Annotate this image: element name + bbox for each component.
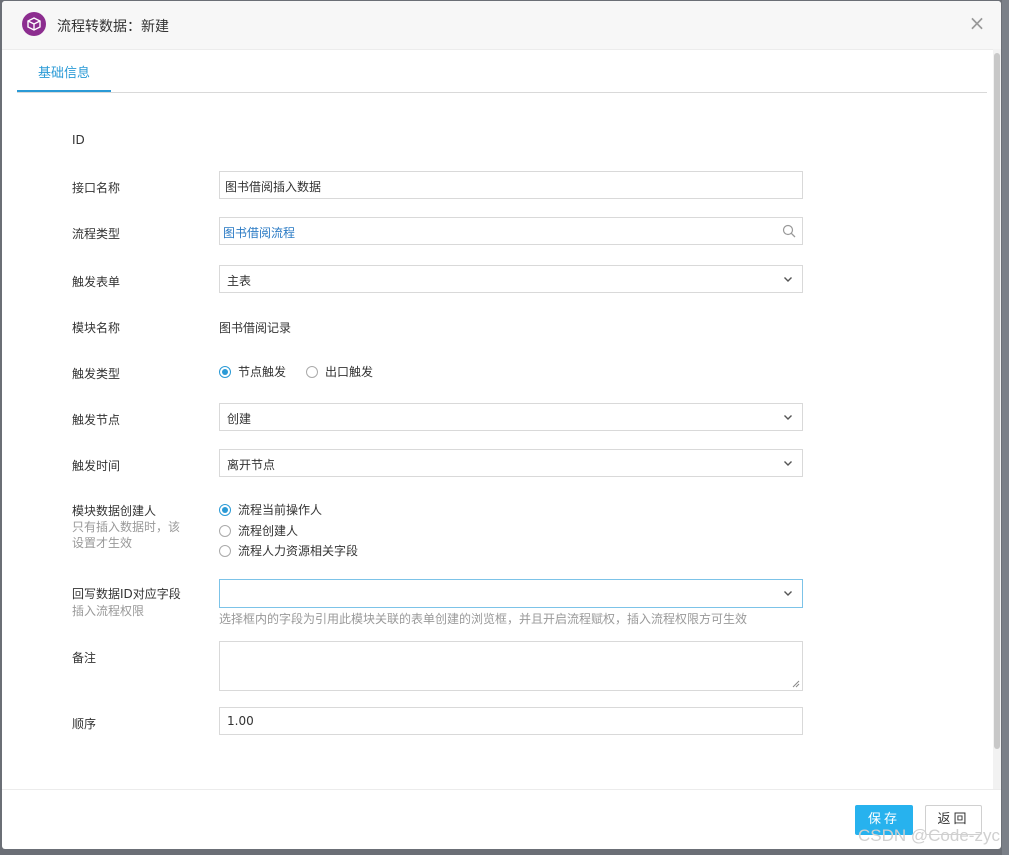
radio-flow-creator-label: 流程创建人 <box>238 524 299 538</box>
writeback-label: 回写数据ID对应字段 <box>72 587 181 601</box>
trigger-form-label: 触发表单 <box>72 275 121 289</box>
radio-checked-icon[interactable] <box>219 365 231 378</box>
writeback-sublabel: 插入流程权限 <box>72 604 145 618</box>
dialog-footer: 保存 返回 <box>2 789 1001 849</box>
close-icon[interactable]: × <box>967 13 987 33</box>
radio-node-trigger-label: 节点触发 <box>238 365 287 379</box>
flow-type-value[interactable]: 图书借阅流程 <box>223 224 295 241</box>
background-strip <box>1002 0 1009 855</box>
writeback-field-select[interactable] <box>219 579 803 608</box>
radio-exit-trigger-label: 出口触发 <box>325 365 374 379</box>
trigger-node-value: 创建 <box>227 412 252 426</box>
radio-unchecked-icon[interactable] <box>219 524 231 537</box>
flow-type-label: 流程类型 <box>72 227 121 241</box>
form-content: ID 接口名称 图书借阅插入数据 流程类型 图书借阅流程 触发表单 主表 模块名… <box>2 93 1001 789</box>
trigger-form-select[interactable]: 主表 <box>219 265 803 293</box>
trigger-time-label: 触发时间 <box>72 459 121 473</box>
chevron-down-icon <box>784 591 792 596</box>
radio-unchecked-icon[interactable] <box>219 544 231 557</box>
trigger-form-value: 主表 <box>227 274 252 288</box>
dialog-title: 流程转数据：新建 <box>57 19 169 35</box>
interface-name-label: 接口名称 <box>72 181 121 195</box>
trigger-time-value: 离开节点 <box>227 458 276 472</box>
module-name-value: 图书借阅记录 <box>219 321 292 335</box>
tab-bar: 基础信息 <box>17 50 987 93</box>
module-creator-label: 模块数据创建人 <box>72 504 157 518</box>
radio-checked-icon[interactable] <box>219 503 231 516</box>
id-label: ID <box>72 133 85 147</box>
remarks-textarea[interactable] <box>219 641 803 691</box>
radio-unchecked-icon[interactable] <box>306 365 318 378</box>
tab-basic-info[interactable]: 基础信息 <box>17 50 112 92</box>
search-icon[interactable] <box>782 224 796 238</box>
radio-current-operator-label: 流程当前操作人 <box>238 503 323 517</box>
trigger-node-select[interactable]: 创建 <box>219 403 803 431</box>
scrollbar-thumb[interactable] <box>994 53 1000 749</box>
watermark: CSDN @Code-zyc <box>858 826 1000 845</box>
interface-name-input[interactable]: 图书借阅插入数据 <box>219 171 803 199</box>
dialog-titlebar: 流程转数据：新建 × <box>2 1 1001 50</box>
trigger-node-label: 触发节点 <box>72 413 121 427</box>
radio-hr-field[interactable]: 流程人力资源相关字段 <box>219 542 358 560</box>
module-creator-sublabel-1: 只有插入数据时，该 <box>72 520 181 534</box>
module-creator-sublabel-2: 设置才生效 <box>72 536 133 550</box>
writeback-label-group: 回写数据ID对应字段 插入流程权限 <box>72 586 181 619</box>
radio-node-trigger[interactable]: 节点触发 <box>219 363 286 381</box>
resize-handle-icon[interactable] <box>792 680 800 688</box>
trigger-type-label: 触发类型 <box>72 367 121 381</box>
radio-hr-field-label: 流程人力资源相关字段 <box>238 544 359 558</box>
radio-exit-trigger[interactable]: 出口触发 <box>306 363 373 381</box>
interface-name-value: 图书借阅插入数据 <box>225 180 322 194</box>
radio-current-operator[interactable]: 流程当前操作人 <box>219 501 322 519</box>
radio-flow-creator[interactable]: 流程创建人 <box>219 522 298 540</box>
order-value: 1.00 <box>227 714 254 728</box>
dialog: 流程转数据：新建 × 基础信息 ID 接口名称 图书借阅插入数据 流程类型 图书… <box>2 1 1001 849</box>
chevron-down-icon <box>784 277 792 282</box>
trigger-time-select[interactable]: 离开节点 <box>219 449 803 477</box>
cube-icon <box>22 12 46 36</box>
writeback-hint: 选择框内的字段为引用此模块关联的表单创建的浏览框，并且开启流程赋权，插入流程权限… <box>219 612 748 626</box>
order-label: 顺序 <box>72 717 97 731</box>
order-input[interactable]: 1.00 <box>219 707 803 735</box>
module-name-label: 模块名称 <box>72 321 121 335</box>
remarks-label: 备注 <box>72 651 97 665</box>
flow-type-browser[interactable]: 图书借阅流程 <box>219 217 803 245</box>
module-creator-label-group: 模块数据创建人 只有插入数据时，该 设置才生效 <box>72 503 180 551</box>
chevron-down-icon <box>784 461 792 466</box>
chevron-down-icon <box>784 415 792 420</box>
